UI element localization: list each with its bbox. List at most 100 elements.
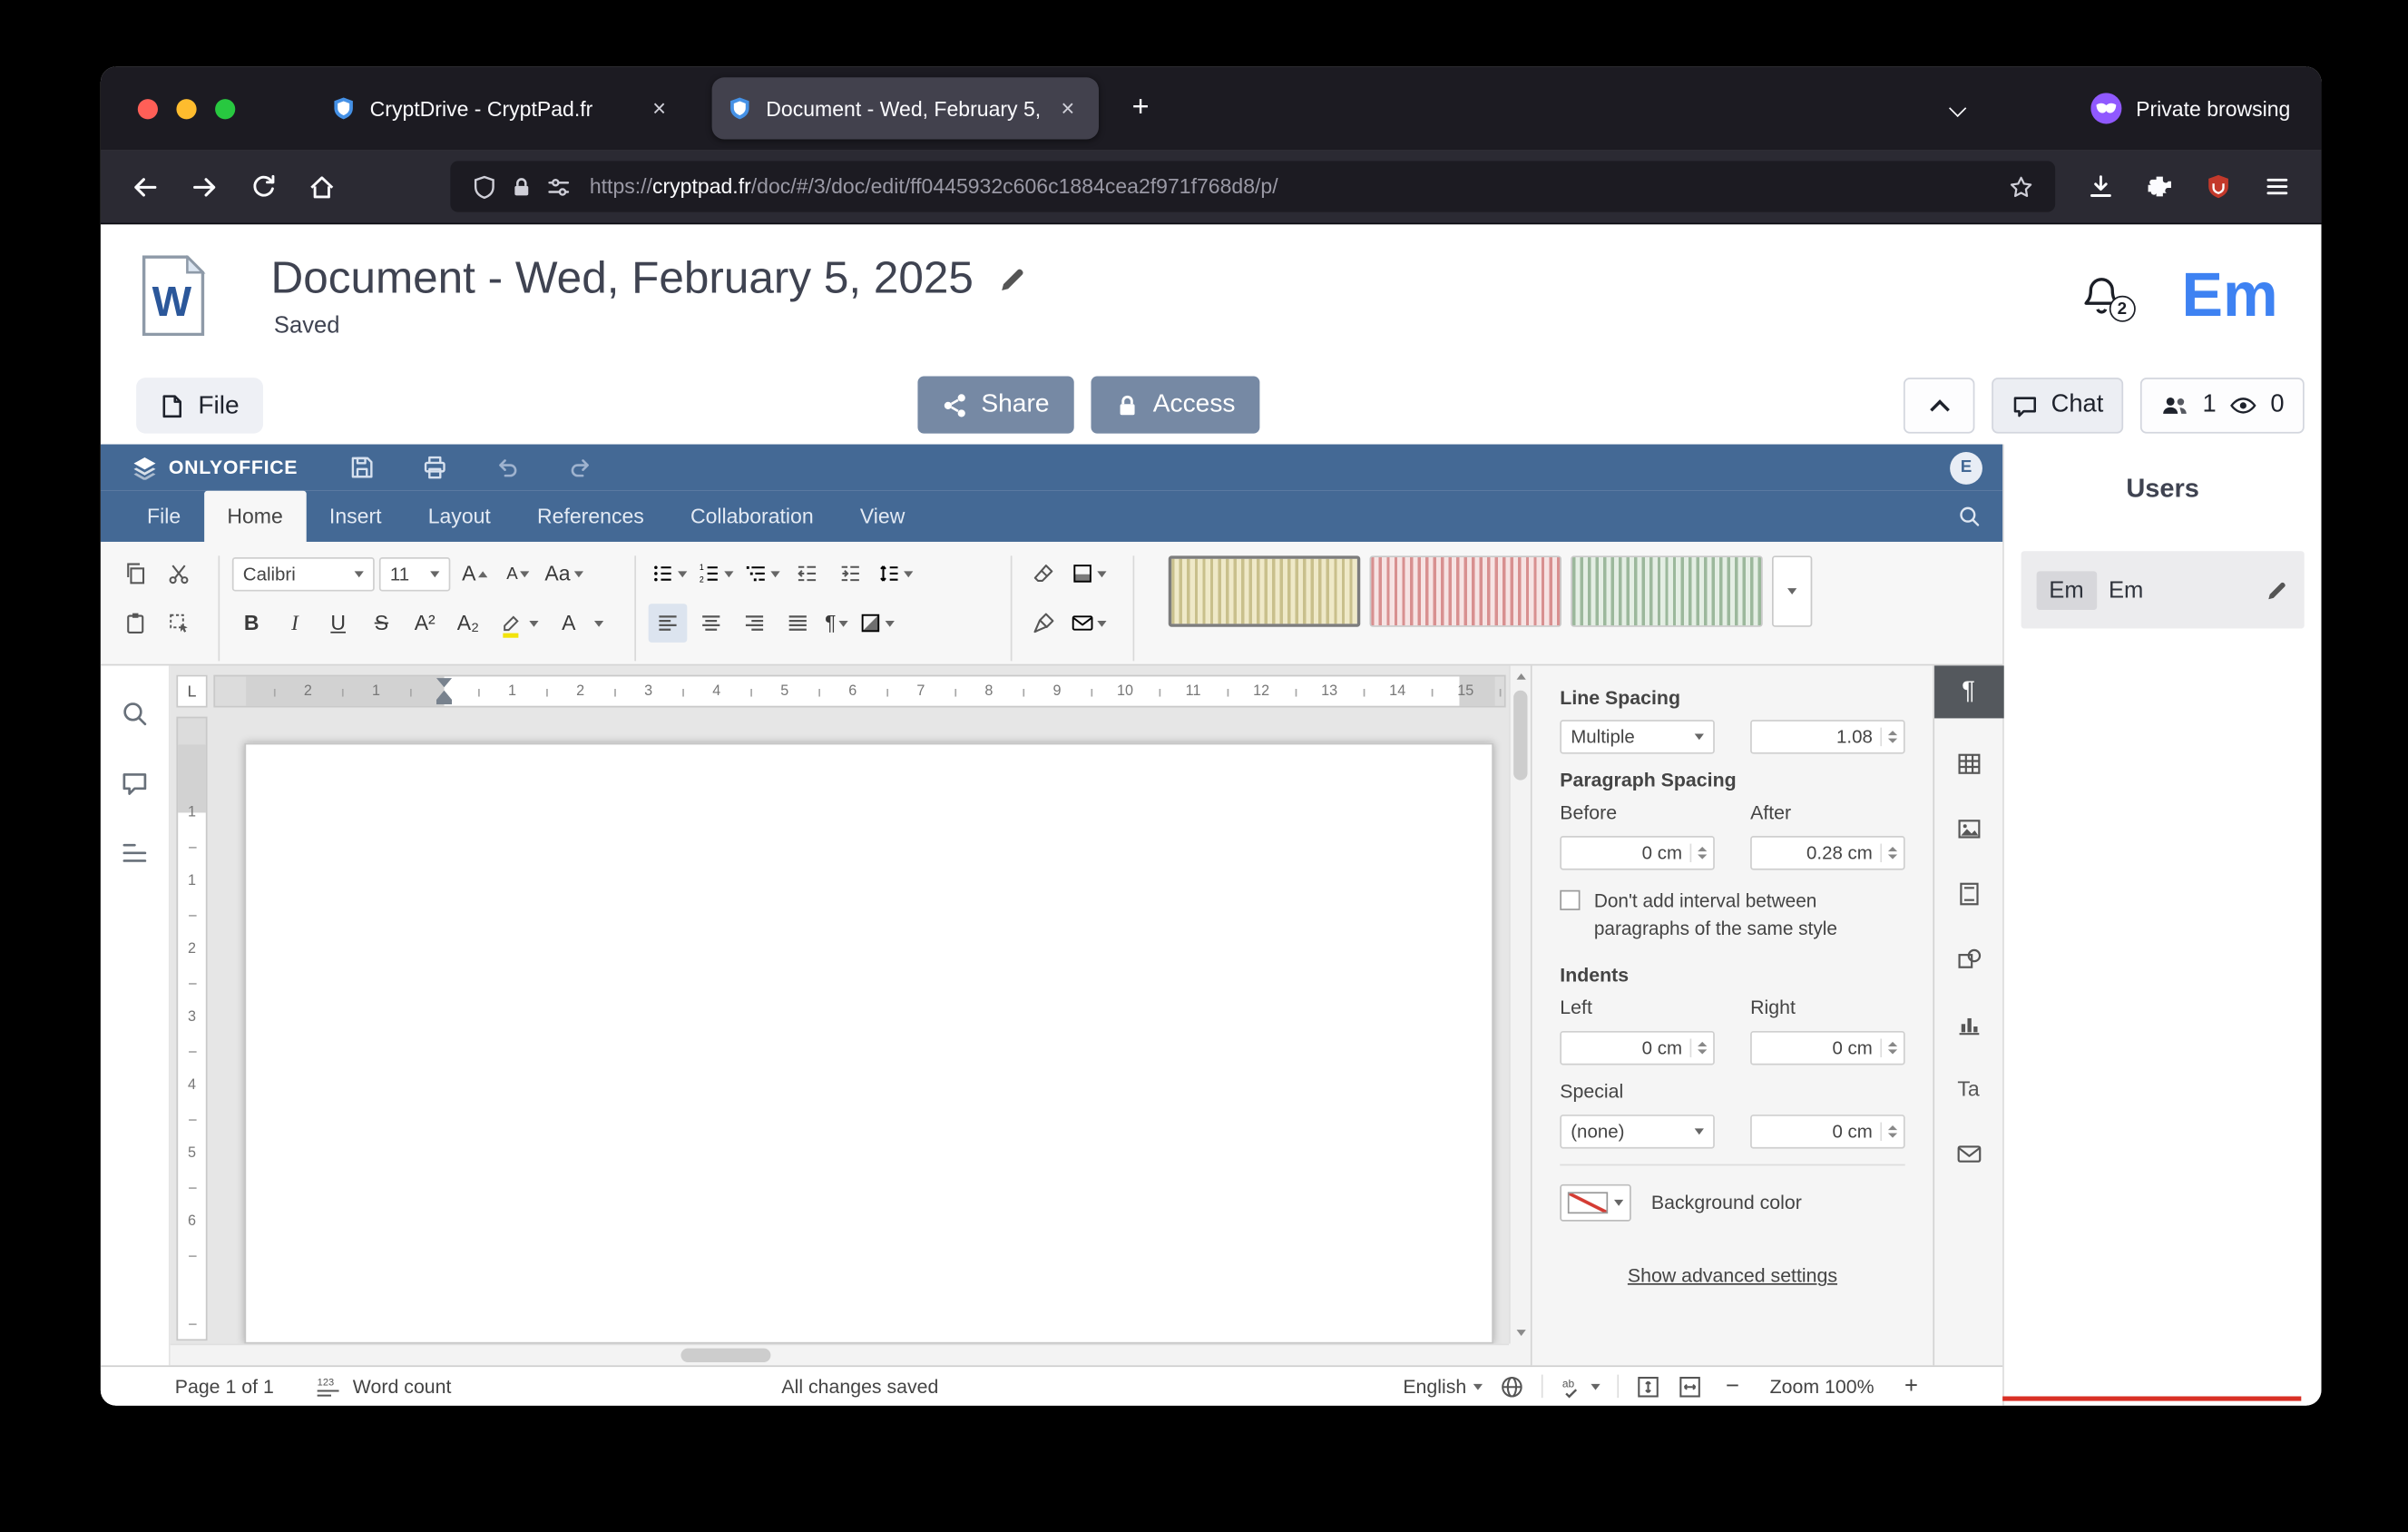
word-count-button[interactable]: 123 Word count <box>316 1374 452 1399</box>
subscript-button[interactable]: A₂ <box>449 604 488 643</box>
document-page[interactable] <box>244 743 1493 1344</box>
background-color-button[interactable] <box>1560 1184 1630 1222</box>
spinner-up-icon[interactable] <box>1888 1043 1897 1047</box>
extensions-puzzle-icon[interactable] <box>2132 162 2185 211</box>
style-swatch-1[interactable] <box>1169 555 1361 626</box>
collaborator-avatar[interactable]: E <box>1950 451 1982 484</box>
paste-button[interactable] <box>116 604 155 643</box>
menu-tab-references[interactable]: References <box>514 491 667 542</box>
nonprinting-characters-button[interactable]: ¶ <box>822 604 852 643</box>
undo-button[interactable] <box>490 449 527 486</box>
downloads-button[interactable] <box>2074 162 2127 211</box>
tracking-protection-shield-icon[interactable] <box>465 168 503 205</box>
increase-indent-button[interactable] <box>831 555 870 594</box>
vertical-scroll-thumb[interactable] <box>1513 691 1527 781</box>
no-interval-checkbox[interactable] <box>1560 890 1580 910</box>
reload-button[interactable] <box>237 162 289 211</box>
minimize-window-button[interactable] <box>176 98 196 118</box>
horizontal-scrollbar[interactable] <box>171 1344 1509 1366</box>
presence-button[interactable]: 1 0 <box>2140 378 2304 433</box>
line-spacing-select[interactable]: Multiple <box>1560 720 1715 754</box>
chart-settings-tab[interactable] <box>1943 1000 1995 1046</box>
tab-cryptdrive[interactable]: CryptDrive - CryptPad.fr × <box>316 77 690 139</box>
left-indent-marker[interactable] <box>436 691 452 700</box>
shape-settings-tab[interactable] <box>1943 935 1995 981</box>
menu-tab-view[interactable]: View <box>837 491 928 542</box>
zoom-in-button[interactable]: + <box>1897 1373 1925 1399</box>
left-indent-square[interactable] <box>436 700 452 704</box>
spinner-down-icon[interactable] <box>1698 1050 1707 1055</box>
spinner-down-icon[interactable] <box>1888 1134 1897 1138</box>
numbering-button[interactable]: 12 <box>695 555 737 594</box>
spellcheck-button[interactable]: ab <box>1560 1374 1600 1399</box>
tab-document-active[interactable]: Document - Wed, February 5, 2 × <box>712 77 1099 139</box>
font-size-select[interactable]: 11 <box>379 556 450 591</box>
file-button[interactable]: File <box>136 378 262 433</box>
menu-tab-file[interactable]: File <box>123 491 203 542</box>
menu-tab-home[interactable]: Home <box>204 491 307 542</box>
highlight-color-button[interactable] <box>492 604 542 643</box>
underline-button[interactable]: U <box>318 604 357 643</box>
align-right-button[interactable] <box>735 604 774 643</box>
v-ruler[interactable]: 1234561 <box>176 717 207 1340</box>
maximize-window-button[interactable] <box>215 98 235 118</box>
line-spacing-button[interactable] <box>875 555 916 594</box>
spinner-up-icon[interactable] <box>1888 731 1897 735</box>
list-all-tabs-button[interactable] <box>1936 87 1980 131</box>
share-button[interactable]: Share <box>917 376 1073 433</box>
document-canvas[interactable]: L 12345678910111213141512 1234561 <box>171 665 1531 1365</box>
set-language-globe-icon[interactable] <box>1499 1374 1523 1399</box>
mail-merge-button[interactable] <box>1068 604 1110 643</box>
forward-button[interactable] <box>178 162 230 211</box>
image-settings-tab[interactable] <box>1943 805 1995 851</box>
tab-stop-selector[interactable]: L <box>176 675 207 708</box>
highlight-shading-button[interactable] <box>1068 555 1110 594</box>
select-all-button[interactable] <box>160 604 199 643</box>
change-case-button[interactable]: Aa <box>542 555 586 594</box>
scroll-up-arrow[interactable] <box>1511 665 1531 687</box>
page-indicator[interactable]: Page 1 of 1 <box>175 1375 274 1397</box>
multilevel-list-button[interactable] <box>741 555 783 594</box>
increase-font-button[interactable]: A <box>455 555 494 594</box>
spinner-up-icon[interactable] <box>1888 847 1897 851</box>
indent-right-input[interactable]: 0 cm <box>1750 1032 1905 1066</box>
horizontal-scroll-thumb[interactable] <box>680 1349 770 1362</box>
special-indent-select[interactable]: (none) <box>1560 1115 1715 1150</box>
fit-page-button[interactable] <box>1635 1374 1659 1399</box>
spacing-after-input[interactable]: 0.28 cm <box>1750 836 1905 870</box>
copy-style-button[interactable] <box>1024 604 1063 643</box>
save-button[interactable] <box>344 449 381 486</box>
align-center-button[interactable] <box>691 604 730 643</box>
special-amount-input[interactable]: 0 cm <box>1750 1115 1905 1150</box>
spinner-down-icon[interactable] <box>1698 855 1707 859</box>
search-icon[interactable] <box>1958 491 1982 542</box>
bold-button[interactable]: B <box>232 604 271 643</box>
font-name-select[interactable]: Calibri <box>232 556 375 591</box>
back-button[interactable] <box>119 162 171 211</box>
rename-pencil-icon[interactable] <box>998 264 1027 293</box>
style-swatch-3[interactable] <box>1571 555 1763 626</box>
fit-width-button[interactable] <box>1677 1374 1701 1399</box>
zoom-level[interactable]: Zoom 100% <box>1770 1375 1875 1397</box>
permissions-sliders-icon[interactable] <box>540 168 577 205</box>
header-footer-settings-tab[interactable] <box>1943 870 1995 917</box>
chat-button[interactable]: Chat <box>1992 378 2124 433</box>
collapse-toolbar-button[interactable] <box>1904 378 1975 433</box>
line-spacing-amount-input[interactable]: 1.08 <box>1750 720 1905 754</box>
scroll-down-arrow[interactable] <box>1511 1322 1531 1344</box>
home-button[interactable] <box>296 162 348 211</box>
style-gallery-expand-button[interactable] <box>1772 555 1812 626</box>
spinner-down-icon[interactable] <box>1888 739 1897 743</box>
redo-button[interactable] <box>563 449 600 486</box>
access-button[interactable]: Access <box>1091 376 1260 433</box>
advanced-settings-link[interactable]: Show advanced settings <box>1560 1265 1904 1287</box>
menu-hamburger-icon[interactable] <box>2250 162 2303 211</box>
vertical-scrollbar[interactable] <box>1509 665 1531 1343</box>
decrease-indent-button[interactable] <box>788 555 827 594</box>
url-bar[interactable]: https://cryptpad.fr/doc/#/3/doc/edit/ff0… <box>450 161 2055 211</box>
bullets-button[interactable] <box>649 555 690 594</box>
mail-merge-settings-tab[interactable] <box>1943 1130 1995 1176</box>
indent-left-input[interactable]: 0 cm <box>1560 1032 1715 1066</box>
close-window-button[interactable] <box>138 98 158 118</box>
account-initials[interactable]: Em <box>2182 265 2278 327</box>
